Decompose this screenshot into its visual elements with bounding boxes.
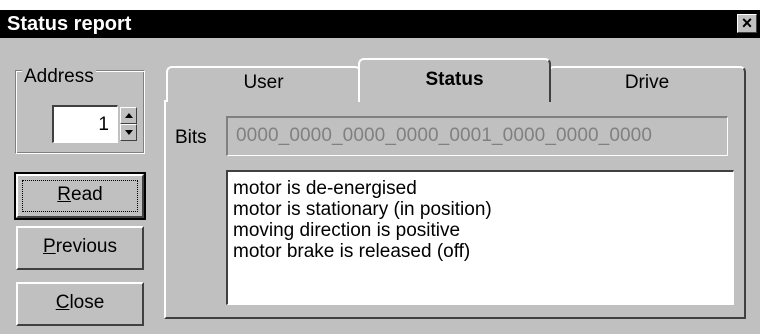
read-button[interactable]: Read bbox=[14, 172, 146, 220]
title-bar: Status report × bbox=[0, 10, 760, 38]
previous-mnemonic: P bbox=[43, 236, 56, 257]
tab-drive-label: Drive bbox=[624, 72, 670, 93]
status-listbox[interactable]: motor is de-energised motor is stationar… bbox=[226, 170, 734, 305]
close-label: lose bbox=[69, 292, 105, 313]
close-mnemonic: C bbox=[55, 292, 70, 313]
tab-drive[interactable]: Drive bbox=[548, 66, 746, 102]
previous-button[interactable]: Previous bbox=[16, 226, 144, 270]
spin-down-button[interactable] bbox=[120, 124, 137, 141]
spinner-arrows bbox=[120, 107, 137, 141]
read-label: ead bbox=[71, 184, 103, 205]
list-item: motor brake is released (off) bbox=[233, 241, 471, 262]
close-window-button[interactable]: × bbox=[737, 14, 757, 33]
arrow-up-icon bbox=[125, 113, 133, 118]
bits-label: Bits bbox=[175, 127, 207, 148]
window-title: Status report bbox=[7, 13, 132, 35]
close-button[interactable]: Close bbox=[16, 282, 144, 326]
previous-label: revious bbox=[55, 236, 117, 257]
list-item: motor is de-energised bbox=[233, 178, 417, 199]
read-mnemonic: R bbox=[57, 184, 72, 205]
list-item: moving direction is positive bbox=[233, 220, 461, 241]
address-spinner[interactable]: 1 bbox=[52, 105, 137, 143]
close-icon: × bbox=[741, 13, 753, 33]
list-item: motor is stationary (in position) bbox=[233, 199, 492, 220]
tab-user-label: User bbox=[243, 72, 284, 93]
tab-status-label: Status bbox=[425, 69, 484, 90]
bits-field: 0000_0000_0000_0000_0001_0000_0000_0000 bbox=[226, 116, 728, 156]
arrow-down-icon bbox=[125, 130, 133, 135]
tab-status[interactable]: Status bbox=[358, 58, 551, 102]
address-input[interactable]: 1 bbox=[52, 105, 118, 143]
address-label: Address bbox=[22, 66, 96, 87]
tab-status-joiner bbox=[360, 100, 549, 103]
spin-up-button[interactable] bbox=[120, 107, 137, 124]
tab-user[interactable]: User bbox=[166, 66, 361, 102]
